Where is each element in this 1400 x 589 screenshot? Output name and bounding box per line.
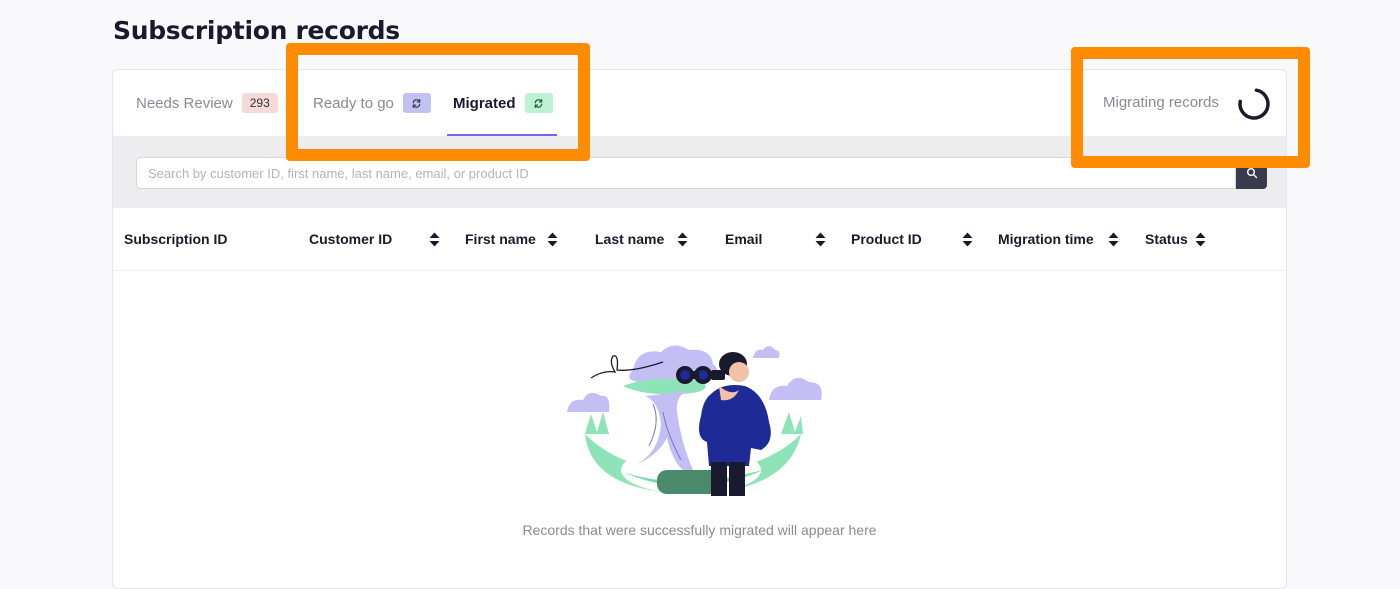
tab-needs-review-label: Needs Review bbox=[136, 94, 233, 112]
column-header-last-name: Last name bbox=[595, 231, 665, 247]
search-button[interactable] bbox=[1236, 157, 1267, 189]
search-input[interactable] bbox=[136, 157, 1236, 189]
sort-last-name-icon[interactable] bbox=[677, 232, 688, 247]
tab-migrated[interactable]: Migrated bbox=[453, 70, 553, 136]
sort-migration-time-icon[interactable] bbox=[1108, 232, 1119, 247]
sort-email-icon[interactable] bbox=[815, 232, 826, 247]
sort-customer-id-icon[interactable] bbox=[429, 232, 440, 247]
table-header: Subscription ID Customer ID First name L… bbox=[113, 208, 1286, 271]
tab-needs-review[interactable]: Needs Review 293 bbox=[136, 70, 278, 136]
empty-state: Records that were successfully migrated … bbox=[113, 270, 1286, 588]
sort-status-icon[interactable] bbox=[1195, 232, 1206, 247]
sort-first-name-icon[interactable] bbox=[547, 232, 558, 247]
tab-migrated-label: Migrated bbox=[453, 94, 516, 112]
needs-review-count-badge: 293 bbox=[241, 93, 278, 113]
column-header-migration-time: Migration time bbox=[998, 231, 1094, 247]
tab-ready-to-go[interactable]: Ready to go bbox=[313, 70, 431, 136]
person-with-binoculars-illustration bbox=[567, 345, 822, 496]
tabs-bar: Needs Review 293 Ready to go Migrated Mi… bbox=[113, 70, 1286, 136]
records-card: Needs Review 293 Ready to go Migrated Mi… bbox=[112, 69, 1287, 589]
column-header-email: Email bbox=[725, 231, 763, 247]
refresh-icon bbox=[413, 98, 421, 108]
sort-product-id-icon[interactable] bbox=[962, 232, 973, 247]
search-icon bbox=[1246, 168, 1257, 179]
column-header-product-id: Product ID bbox=[851, 231, 922, 247]
column-header-first-name: First name bbox=[465, 231, 536, 247]
column-header-status: Status bbox=[1145, 231, 1188, 247]
column-header-customer-id: Customer ID bbox=[309, 231, 393, 247]
empty-state-message: Records that were successfully migrated … bbox=[522, 522, 877, 538]
spinner-icon bbox=[1238, 88, 1270, 120]
search-area bbox=[113, 136, 1286, 208]
tab-ready-to-go-label: Ready to go bbox=[313, 94, 394, 112]
ready-to-go-badge bbox=[402, 93, 431, 113]
page-title: Subscription records bbox=[113, 16, 400, 45]
column-header-subscription-id: Subscription ID bbox=[124, 231, 228, 247]
refresh-icon bbox=[534, 98, 543, 108]
migrated-badge bbox=[524, 93, 553, 113]
migrating-records-status: Migrating records bbox=[1103, 94, 1219, 111]
